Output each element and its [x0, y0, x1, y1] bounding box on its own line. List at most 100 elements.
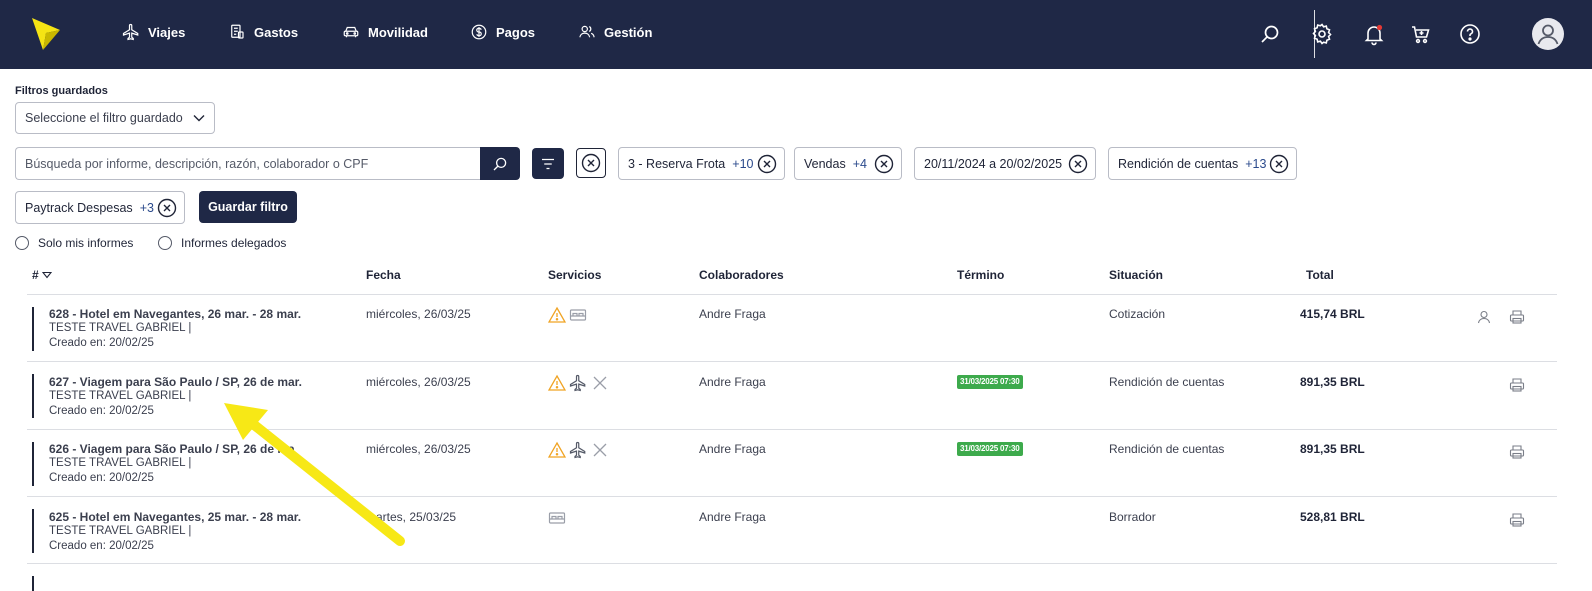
dollar-icon	[471, 24, 487, 40]
nav-gastos-label: Gastos	[254, 24, 299, 40]
report-date: miércoles, 26/03/25	[366, 375, 471, 389]
report-title[interactable]: 628 - Hotel em Navegantes, 26 mar. - 28 …	[49, 307, 301, 321]
radio-solo-mis-informes[interactable]: Solo mis informes	[15, 236, 133, 250]
printer-icon[interactable]	[1509, 377, 1525, 393]
user-icon[interactable]	[1476, 309, 1492, 325]
filter-chip-more: +10	[732, 156, 754, 171]
search-input[interactable]: Búsqueda por informe, descripción, razón…	[15, 147, 481, 180]
filter-chip-label: Rendición de cuentas	[1118, 156, 1239, 171]
sort-down-icon	[41, 271, 52, 279]
report-created: Creado en: 20/02/25	[49, 472, 154, 484]
radio-circle[interactable]	[15, 236, 29, 250]
paytrack-logo[interactable]	[30, 16, 62, 52]
receipt-icon	[231, 24, 244, 39]
report-title[interactable]: 625 - Hotel em Navegantes, 25 mar. - 28 …	[49, 510, 301, 524]
search-icon	[493, 157, 507, 170]
printer-icon[interactable]	[1509, 444, 1525, 460]
report-title[interactable]: 627 - Viagem para São Paulo / SP, 26 de …	[49, 375, 302, 389]
annotation-arrow	[224, 403, 405, 546]
filter-chip-date-range[interactable]: 20/11/2024 a 20/02/2025	[914, 147, 1096, 180]
close-circle-icon[interactable]	[1269, 154, 1289, 174]
row-divider	[27, 429, 1557, 430]
users-icon	[579, 25, 595, 38]
column-header-total: Total	[1306, 268, 1334, 282]
printer-icon[interactable]	[1509, 309, 1525, 325]
nav-viajes[interactable]: Viajes	[122, 22, 185, 42]
filter-chip-label: 20/11/2024 a 20/02/2025	[924, 156, 1063, 171]
report-company: TESTE TRAVEL GABRIEL |	[49, 457, 192, 469]
filter-chip-more: +3	[139, 200, 154, 215]
radio-circle[interactable]	[158, 236, 172, 250]
nav-movilidad-label: Movilidad	[368, 24, 428, 40]
report-total: 891,35 BRL	[1300, 442, 1365, 456]
row-indicator	[32, 374, 34, 418]
help-icon[interactable]	[1458, 22, 1482, 46]
row-divider	[27, 496, 1557, 497]
filter-chip-more: +13	[1245, 156, 1267, 171]
report-company: TESTE TRAVEL GABRIEL |	[49, 390, 192, 402]
close-circle-icon[interactable]	[874, 154, 894, 174]
report-total: 891,35 BRL	[1300, 375, 1365, 389]
close-circle-icon[interactable]	[1068, 154, 1088, 174]
row-indicator	[32, 307, 34, 351]
report-collaborator: Andre Fraga	[699, 375, 766, 389]
saved-filter-select[interactable]: Seleccione el filtro guardado	[15, 102, 215, 134]
column-header-situacion: Situación	[1109, 268, 1164, 282]
radio-label: Solo mis informes	[38, 236, 134, 250]
nav-pagos[interactable]: Pagos	[470, 22, 535, 42]
warning-icon	[548, 441, 566, 458]
column-header-termino[interactable]: Término	[957, 268, 1004, 282]
term-badge: 31/03/2025 07:30	[957, 442, 1023, 456]
search-icon[interactable]	[1258, 22, 1282, 46]
clear-filters-button[interactable]	[576, 148, 606, 178]
cart-icon[interactable]	[1409, 22, 1433, 46]
nav-gastos[interactable]: Gastos	[228, 22, 298, 42]
report-created: Creado en: 20/02/25	[49, 540, 154, 552]
row-indicator	[32, 509, 34, 553]
warning-icon	[548, 306, 566, 323]
bell-icon[interactable]	[1362, 22, 1386, 46]
nav-gestion[interactable]: Gestión	[578, 22, 652, 42]
report-company: TESTE TRAVEL GABRIEL |	[49, 322, 192, 334]
filter-chip-paytrack[interactable]: Paytrack Despesas +3	[15, 191, 185, 224]
nav-gestion-label: Gestión	[604, 24, 653, 40]
advanced-filter-button[interactable]	[532, 148, 564, 179]
avatar[interactable]	[1532, 18, 1564, 50]
filter-chip-rendicion[interactable]: Rendición de cuentas +13	[1108, 147, 1297, 180]
report-collaborator: Andre Fraga	[699, 510, 766, 524]
filter-chip-more: +4	[852, 156, 867, 171]
nav-movilidad[interactable]: Movilidad	[342, 22, 428, 42]
term-badge: 31/03/2025 07:30	[957, 375, 1023, 389]
close-circle-icon[interactable]	[157, 198, 177, 218]
filter-chip-vendas[interactable]: Vendas +4	[794, 147, 902, 180]
top-navbar: Viajes Gastos Movilidad Pagos Gestión	[0, 0, 1592, 69]
filter-lines-icon	[542, 158, 554, 169]
search-button[interactable]	[480, 147, 520, 180]
report-collaborator: Andre Fraga	[699, 307, 766, 321]
cutlery-icon	[593, 443, 607, 457]
column-header-fecha[interactable]: Fecha	[366, 268, 401, 282]
radio-informes-delegados[interactable]: Informes delegados	[158, 236, 286, 250]
printer-icon[interactable]	[1509, 512, 1525, 528]
column-header-label: #	[32, 268, 39, 282]
gear-icon[interactable]	[1310, 22, 1334, 46]
plane-icon	[122, 23, 139, 41]
report-date: miércoles, 26/03/25	[366, 442, 471, 456]
filter-chip-label: 3 - Reserva Frota	[628, 156, 726, 171]
hotel-bed-icon	[548, 512, 566, 524]
row-divider	[27, 361, 1557, 362]
column-header-number[interactable]: #	[32, 268, 52, 282]
row-divider	[27, 563, 1557, 564]
hotel-bed-icon	[569, 309, 587, 321]
radio-label: Informes delegados	[181, 236, 287, 250]
report-total: 415,74 BRL	[1300, 307, 1365, 321]
filter-chip-label: Vendas	[804, 156, 846, 171]
filter-chip-label: Paytrack Despesas	[25, 200, 133, 215]
save-filter-button[interactable]: Guardar filtro	[199, 191, 297, 223]
close-circle-icon[interactable]	[757, 154, 777, 174]
nav-pagos-label: Pagos	[496, 24, 536, 40]
report-title[interactable]: 626 - Viagem para São Paulo / SP, 26 de …	[49, 442, 295, 456]
warning-icon	[548, 374, 566, 391]
report-status: Borrador	[1109, 510, 1156, 524]
filter-chip-reserva[interactable]: 3 - Reserva Frota +10	[618, 147, 785, 180]
